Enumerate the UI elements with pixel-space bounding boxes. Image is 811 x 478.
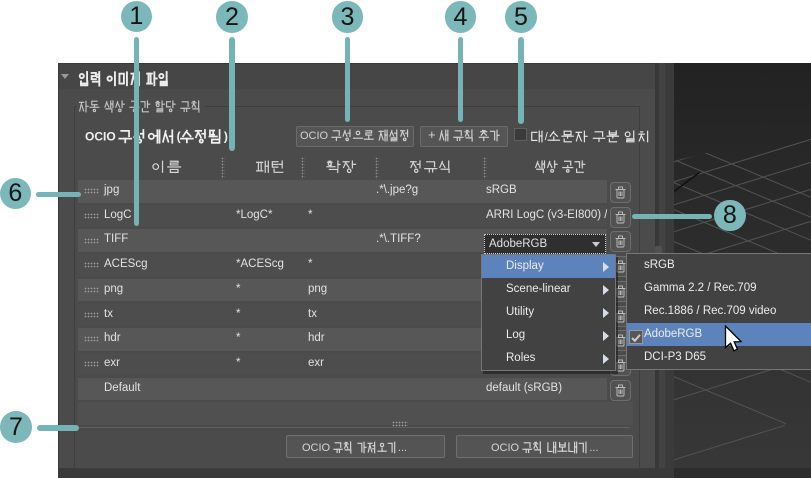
svg-text:OCIO: OCIO <box>85 129 116 143</box>
svg-text:/: / <box>545 131 549 143</box>
svg-text:): ) <box>224 129 228 143</box>
svg-text:OCIO: OCIO <box>302 442 331 454</box>
svg-text:OCIO: OCIO <box>491 442 520 454</box>
svg-text:+: + <box>428 127 436 142</box>
svg-text:(: ( <box>177 129 181 143</box>
svg-text:OCIO: OCIO <box>300 130 329 142</box>
svg-text:...: ... <box>398 442 407 454</box>
svg-text:...: ... <box>589 442 598 454</box>
